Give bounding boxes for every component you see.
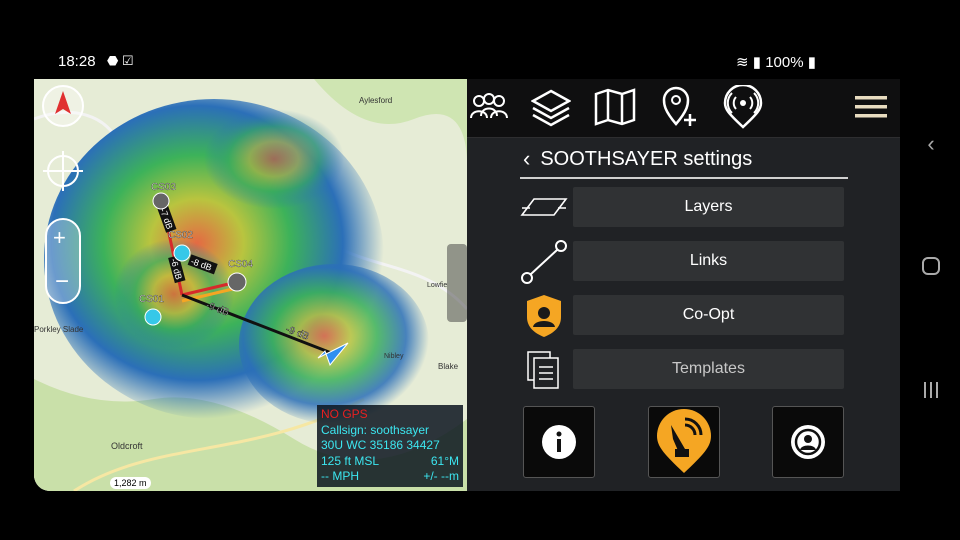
heading: 61°M [430, 453, 459, 468]
team-icon[interactable] [467, 85, 511, 129]
gps-status: NO GPS [321, 407, 368, 421]
link-icon [519, 239, 569, 285]
panel-drag-handle[interactable] [447, 244, 467, 322]
svg-text:CS01: CS01 [139, 294, 164, 305]
place-label: Porkley Slade [34, 325, 84, 334]
svg-text:CS02: CS02 [168, 230, 193, 241]
place-label: Lowfie [427, 282, 447, 289]
layers-icon[interactable] [529, 85, 573, 129]
soothsayer-button[interactable] [648, 406, 720, 478]
recents-nav-icon[interactable] [918, 380, 944, 406]
zoom-in-icon[interactable]: + [53, 225, 66, 250]
user-profile-icon [791, 425, 825, 459]
hamburger-menu-icon[interactable] [849, 85, 893, 129]
svg-text:CS03: CS03 [151, 182, 176, 193]
soothsayer-logo-icon [657, 409, 711, 473]
altitude: 125 ft MSL [321, 453, 380, 468]
status-bar: 18:28 ⬣ ☑ ≋ ▮ 100% ▮ [0, 0, 900, 78]
radio-pin-icon[interactable] [721, 85, 765, 129]
place-label: Oldcroft [111, 441, 143, 451]
back-nav-icon[interactable]: ‹ [918, 131, 944, 157]
callsign: Callsign: soothsayer [321, 422, 430, 437]
co-opt-shield-icon [519, 293, 569, 339]
signal-icon: ▮ [752, 54, 762, 71]
place-label: Aylesford [359, 96, 392, 105]
layers-button[interactable]: Layers [573, 187, 844, 227]
place-label: Blake [438, 362, 459, 371]
map-icon[interactable] [593, 85, 637, 129]
grid-reference: 30U WC 35186 34427 [321, 438, 440, 452]
settings-panel: ‹ SOOTHSAYER settings Layers Links Co-Op… [467, 79, 900, 491]
links-button[interactable]: Links [573, 241, 844, 281]
co-opt-button[interactable]: Co-Opt [573, 295, 844, 335]
compass-icon[interactable] [42, 85, 84, 127]
info-button[interactable] [523, 406, 595, 478]
toolbar [467, 79, 900, 138]
templates-button[interactable]: Templates [573, 349, 844, 389]
profile-button[interactable] [772, 406, 844, 478]
info-icon [542, 425, 576, 459]
home-nav-icon[interactable] [918, 256, 944, 282]
add-place-icon[interactable] [657, 85, 701, 129]
battery-icon: ▮ [807, 54, 816, 71]
back-chevron-icon[interactable]: ‹ [523, 146, 530, 172]
notification-icons: ⬣ ☑ [107, 53, 134, 68]
clock: 18:28 [58, 53, 96, 70]
map-scale: 1,282 m [110, 477, 151, 489]
place-label: Nibley [384, 353, 404, 360]
map-view[interactable]: Aylesford Lowfie Porkley Slade Oldcroft … [34, 79, 467, 491]
layers-outline-icon [519, 184, 569, 230]
system-navigation: ‹ [900, 0, 960, 540]
templates-icon [519, 347, 569, 393]
title-divider [520, 177, 848, 179]
zoom-out-icon[interactable]: − [55, 268, 69, 295]
svg-text:CS04: CS04 [228, 259, 253, 270]
panel-header: ‹ SOOTHSAYER settings [523, 141, 803, 177]
page-title: SOOTHSAYER settings [540, 147, 753, 170]
speed: -- MPH [321, 469, 359, 483]
accuracy: +/- --m [423, 469, 459, 483]
gps-info-box: NO GPS Callsign: soothsayer 30U WC 35186… [317, 405, 463, 487]
wifi-icon: ≋ [736, 54, 749, 71]
battery-status: ≋ ▮ 100% ▮ [736, 54, 816, 71]
